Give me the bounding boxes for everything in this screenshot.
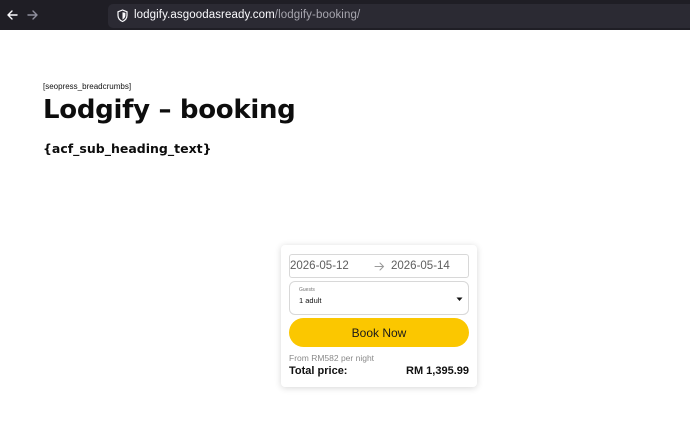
check-in-date[interactable]: 2026-05-12 [290, 260, 349, 272]
guests-value: 1 adult [299, 296, 322, 305]
total-price-value: RM 1,395.99 [406, 365, 469, 377]
url-text[interactable]: lodgify.asgoodasready.com/lodgify-bookin… [134, 9, 360, 21]
page-sub-heading: {acf_sub_heading_text} [43, 141, 212, 156]
total-price-label: Total price: [289, 365, 348, 377]
browser-toolbar: lodgify.asgoodasready.com/lodgify-bookin… [0, 0, 690, 30]
breadcrumb: [seopress_breadcrumbs] [43, 82, 132, 91]
page-title: Lodgify – booking [43, 95, 296, 125]
guests-label: Guests [299, 287, 315, 293]
book-now-button[interactable]: Book Now [289, 318, 469, 347]
arrow-right-icon [374, 262, 385, 271]
back-arrow-icon[interactable] [4, 7, 20, 23]
from-price-text: From RM582 per night [289, 353, 375, 363]
address-bar[interactable]: lodgify.asgoodasready.com/lodgify-bookin… [108, 4, 690, 28]
guests-select[interactable]: Guests 1 adult [289, 281, 469, 315]
forward-arrow-icon[interactable] [25, 7, 41, 23]
url-path: /lodgify-booking/ [274, 9, 361, 21]
booking-widget: 2026-05-12 2026-05-14 Guests 1 adult Boo… [281, 245, 477, 387]
url-domain: lodgify.asgoodasready.com [134, 9, 275, 21]
shield-icon[interactable] [116, 9, 129, 23]
chevron-down-icon [456, 297, 463, 301]
check-out-date[interactable]: 2026-05-14 [391, 260, 450, 272]
date-range-picker[interactable]: 2026-05-12 2026-05-14 [289, 254, 469, 278]
